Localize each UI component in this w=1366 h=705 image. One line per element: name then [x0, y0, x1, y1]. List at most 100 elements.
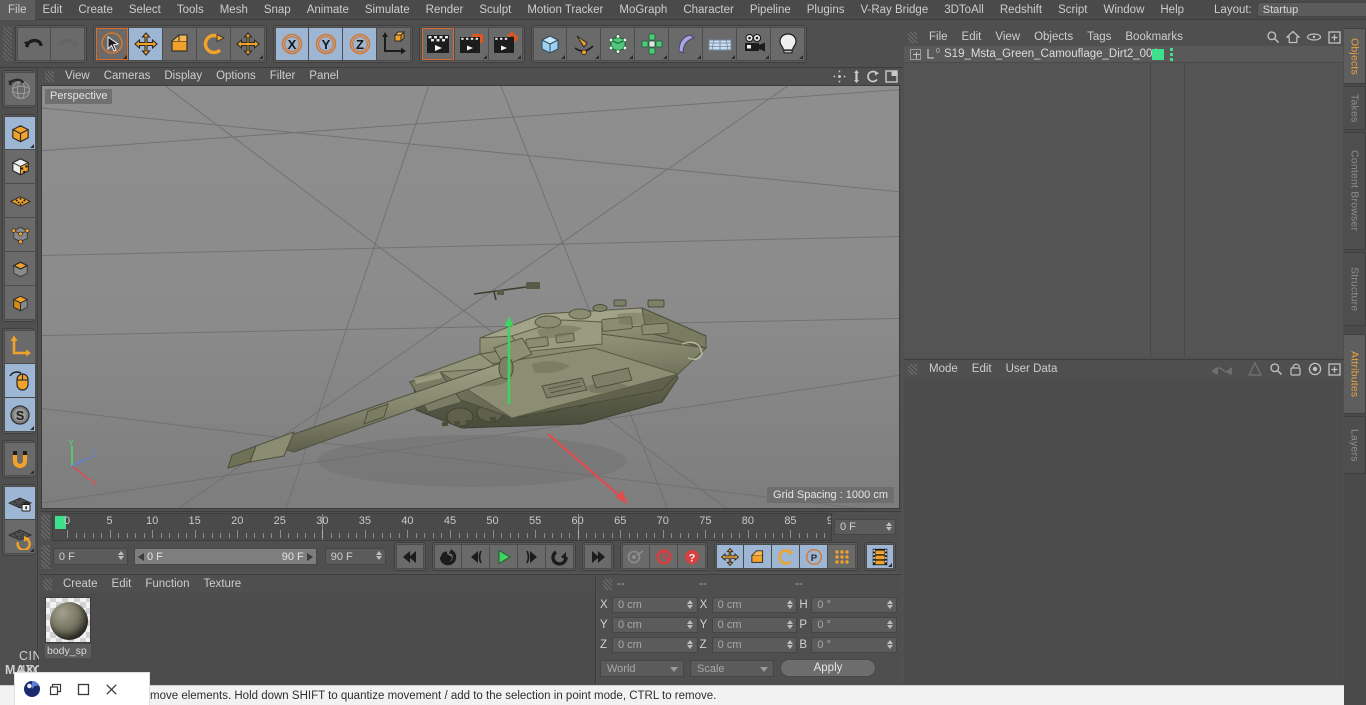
object-menu-tags[interactable]: Tags	[1080, 28, 1118, 46]
eye-icon[interactable]	[1306, 31, 1322, 46]
visibility-dots-icon[interactable]	[1170, 48, 1173, 63]
spinner-icon[interactable]	[885, 521, 892, 533]
undo-view-button[interactable]	[4, 72, 36, 106]
panel-tab-attributes[interactable]: Attributes	[1344, 334, 1366, 414]
menu-item-3dtoall[interactable]: 3DToAll	[936, 0, 992, 20]
spinner-icon[interactable]	[687, 600, 694, 611]
attribute-menu-grip[interactable]	[908, 364, 917, 375]
rotate-tool-button[interactable]	[197, 26, 231, 61]
viewport-menu-display[interactable]: Display	[157, 68, 209, 85]
lock-y-axis-button[interactable]: Y	[309, 26, 343, 61]
object-menu-view[interactable]: View	[988, 28, 1027, 46]
pla-key-button[interactable]: P	[800, 544, 829, 569]
loop-button[interactable]	[546, 544, 575, 569]
object-tree[interactable]: 0 S19_Msta_Green_Camouflage_Dirt2_001	[904, 46, 1343, 357]
undo-button[interactable]	[17, 26, 51, 61]
material-menu-function[interactable]: Function	[138, 575, 196, 593]
home-icon[interactable]	[1285, 30, 1301, 47]
object-menu-objects[interactable]: Objects	[1027, 28, 1080, 46]
panel-tab-layers[interactable]: Layers	[1344, 416, 1366, 474]
material-menu-create[interactable]: Create	[56, 575, 105, 593]
apply-button[interactable]: Apply	[780, 659, 876, 677]
record-key-button[interactable]	[622, 544, 651, 569]
render-region-button[interactable]	[455, 26, 489, 61]
lock-workplane-button[interactable]	[4, 486, 36, 520]
add-generator-button[interactable]	[601, 26, 635, 61]
world-object-coord-button[interactable]	[377, 26, 411, 61]
maximize-view-icon[interactable]	[885, 70, 898, 86]
render-settings-button[interactable]	[489, 26, 523, 61]
panel-tab-takes[interactable]: Takes	[1344, 86, 1366, 130]
viewport-menu-cameras[interactable]: Cameras	[97, 68, 158, 85]
move-view-icon[interactable]	[833, 70, 846, 86]
menu-item-character[interactable]: Character	[675, 0, 742, 20]
document-end-field[interactable]: 90 F	[324, 548, 387, 565]
point-mode-button[interactable]	[4, 218, 36, 252]
menu-item-select[interactable]: Select	[121, 0, 169, 20]
lock-open-icon[interactable]	[1289, 362, 1302, 379]
play-backwards-button[interactable]	[434, 544, 463, 569]
menu-item-help[interactable]: Help	[1152, 0, 1192, 20]
position-y-input[interactable]: 0 cm	[612, 617, 698, 633]
attribute-menu-edit[interactable]: Edit	[965, 360, 999, 379]
menu-item-redshift[interactable]: Redshift	[992, 0, 1050, 20]
add-environment-button[interactable]	[703, 26, 737, 61]
material-tag-icon[interactable]	[1152, 49, 1164, 60]
search-icon[interactable]	[1266, 30, 1280, 47]
coordinate-grip[interactable]	[603, 578, 612, 590]
material-thumbnail[interactable]	[45, 597, 91, 643]
panel-tab-structure[interactable]: Structure	[1344, 252, 1366, 326]
menu-item-script[interactable]: Script	[1050, 0, 1095, 20]
timeline-ruler[interactable]: 051015202530354045505560657075808590	[52, 512, 832, 541]
go-to-start-button[interactable]	[396, 544, 425, 569]
menu-item-sculpt[interactable]: Sculpt	[471, 0, 519, 20]
interpolation-icon[interactable]	[1211, 363, 1241, 379]
rotation-p-input[interactable]: 0 °	[811, 617, 898, 633]
add-deformer-button[interactable]	[669, 26, 703, 61]
go-to-end-button[interactable]	[584, 544, 613, 569]
timeline-mode-button[interactable]	[866, 544, 895, 569]
previous-frame-button[interactable]	[462, 544, 491, 569]
autokeying-button[interactable]	[650, 544, 679, 569]
menu-item-pipeline[interactable]: Pipeline	[742, 0, 799, 20]
render-view-button[interactable]	[421, 26, 455, 61]
spinner-icon[interactable]	[687, 640, 694, 651]
rotation-b-input[interactable]: 0 °	[811, 637, 898, 653]
menu-item-mograph[interactable]: MoGraph	[611, 0, 675, 20]
lock-x-axis-button[interactable]: X	[275, 26, 309, 61]
viewport-menu-filter[interactable]: Filter	[263, 68, 303, 85]
magnet-tool-button[interactable]	[4, 442, 36, 476]
spinner-icon[interactable]	[117, 551, 124, 562]
next-frame-button[interactable]	[518, 544, 547, 569]
spinner-icon[interactable]	[786, 600, 793, 611]
object-menu-bookmarks[interactable]: Bookmarks	[1118, 28, 1190, 46]
attribute-menu-mode[interactable]: Mode	[922, 360, 965, 379]
menu-item-tools[interactable]: Tools	[169, 0, 212, 20]
pan-view-icon[interactable]	[851, 70, 862, 86]
object-menu-grip[interactable]	[908, 31, 917, 43]
scale-key-button[interactable]	[744, 544, 773, 569]
keyframe-selection-button[interactable]: ?	[678, 544, 707, 569]
menu-item-window[interactable]: Window	[1095, 0, 1152, 20]
menu-item-snap[interactable]: Snap	[256, 0, 299, 20]
polygon-mode-button[interactable]	[4, 286, 36, 320]
move-alt-button[interactable]	[231, 26, 265, 61]
material-menu-texture[interactable]: Texture	[196, 575, 248, 593]
range-left-arrow-icon[interactable]	[138, 552, 144, 561]
spinner-icon[interactable]	[886, 620, 893, 631]
expand-tree-icon[interactable]	[910, 48, 921, 60]
scale-tool-button[interactable]	[163, 26, 197, 61]
enable-axis-mode-button[interactable]	[4, 184, 36, 218]
add-spline-button[interactable]	[567, 26, 601, 61]
attribute-menu-user-data[interactable]: User Data	[999, 360, 1065, 379]
make-editable-button[interactable]	[4, 116, 36, 150]
viewport-canvas[interactable]: Perspective Grid Spacing : 1000 cm Y Z X	[41, 85, 900, 509]
object-menu-edit[interactable]: Edit	[955, 28, 989, 46]
cone-icon[interactable]	[1247, 361, 1263, 379]
maximize-window-button[interactable]	[69, 675, 97, 703]
rotation-h-input[interactable]: 0 °	[811, 597, 898, 613]
panel-tab-content-browser[interactable]: Content Browser	[1344, 132, 1366, 250]
range-right-arrow-icon[interactable]	[306, 552, 313, 561]
menu-item-animate[interactable]: Animate	[299, 0, 357, 20]
rotate-view-icon[interactable]	[867, 70, 880, 86]
